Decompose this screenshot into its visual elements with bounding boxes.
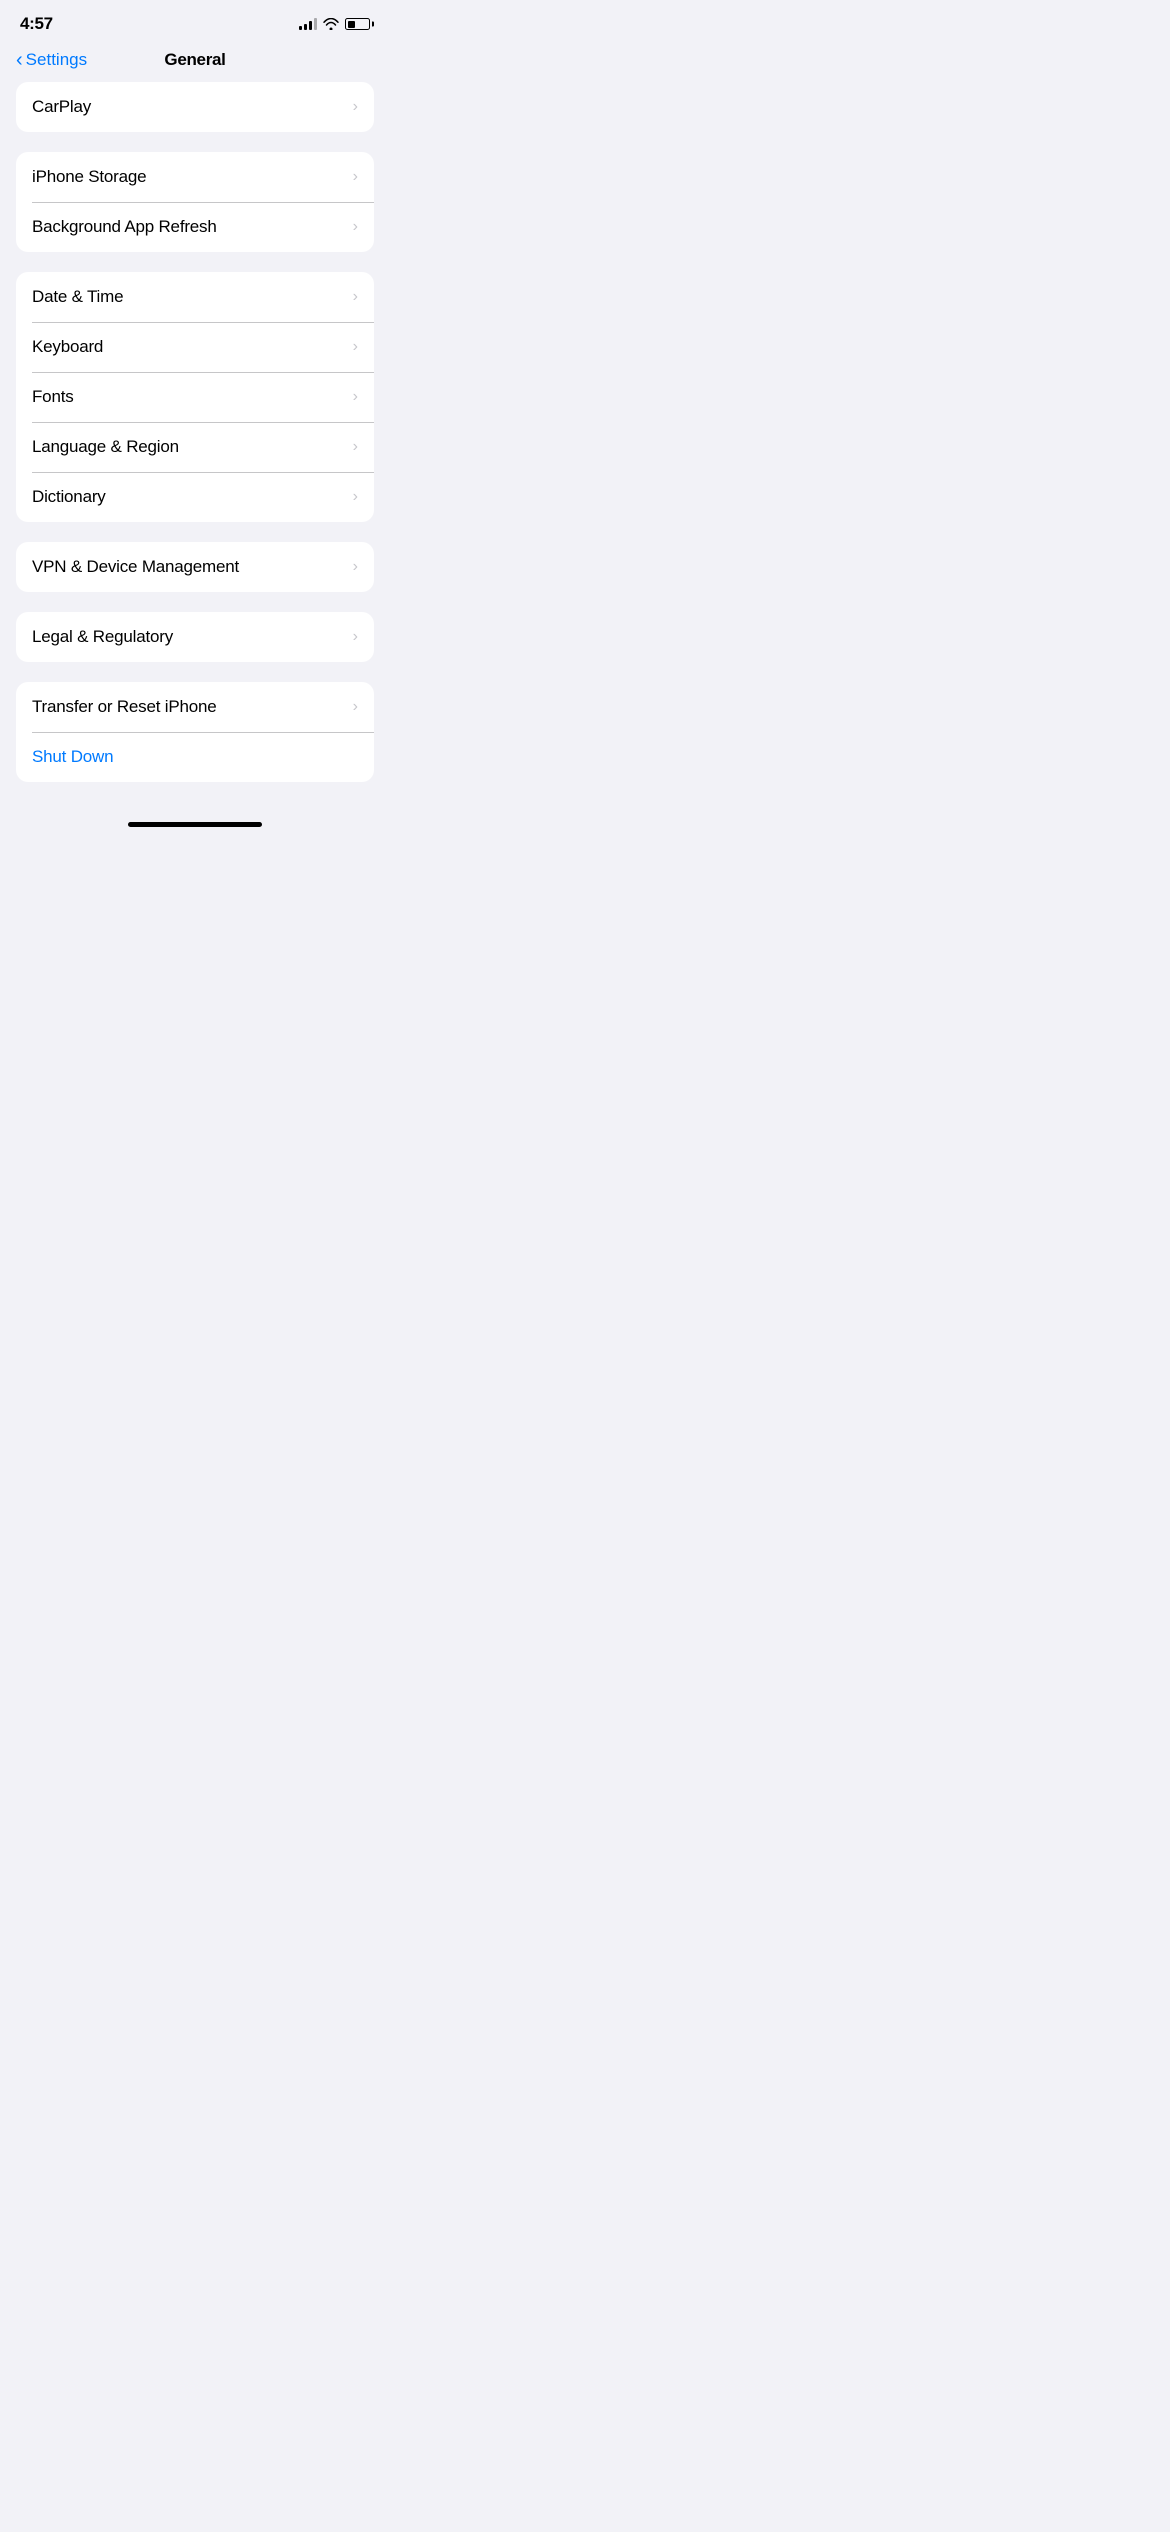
background-app-refresh-label: Background App Refresh (32, 217, 217, 237)
carplay-group: CarPlay › (16, 82, 374, 132)
dictionary-label: Dictionary (32, 487, 106, 507)
background-app-refresh-row[interactable]: Background App Refresh › (16, 202, 374, 252)
keyboard-row[interactable]: Keyboard › (16, 322, 374, 372)
keyboard-label: Keyboard (32, 337, 103, 357)
carplay-chevron-icon: › (353, 98, 358, 116)
home-bar (128, 822, 262, 827)
dictionary-chevron-icon: › (353, 488, 358, 506)
language-region-row[interactable]: Language & Region › (16, 422, 374, 472)
iphone-storage-chevron-icon: › (353, 168, 358, 186)
battery-fill (348, 21, 355, 28)
transfer-reset-row[interactable]: Transfer or Reset iPhone › (16, 682, 374, 732)
reset-group: Transfer or Reset iPhone › Shut Down (16, 682, 374, 782)
date-time-row[interactable]: Date & Time › (16, 272, 374, 322)
signal-icon (299, 18, 317, 30)
legal-regulatory-chevron-icon: › (353, 628, 358, 646)
status-bar: 4:57 (0, 0, 390, 42)
back-label: Settings (26, 50, 87, 70)
carplay-row[interactable]: CarPlay › (16, 82, 374, 132)
status-icons (299, 18, 370, 30)
date-time-label: Date & Time (32, 287, 123, 307)
status-time: 4:57 (20, 14, 53, 34)
vpn-device-chevron-icon: › (353, 558, 358, 576)
page-title: General (164, 50, 225, 70)
background-app-refresh-chevron-icon: › (353, 218, 358, 236)
legal-group: Legal & Regulatory › (16, 612, 374, 662)
vpn-group: VPN & Device Management › (16, 542, 374, 592)
fonts-chevron-icon: › (353, 388, 358, 406)
fonts-label: Fonts (32, 387, 74, 407)
transfer-reset-label: Transfer or Reset iPhone (32, 697, 217, 717)
wifi-icon (323, 18, 339, 30)
iphone-storage-label: iPhone Storage (32, 167, 146, 187)
legal-regulatory-row[interactable]: Legal & Regulatory › (16, 612, 374, 662)
keyboard-chevron-icon: › (353, 338, 358, 356)
date-time-chevron-icon: › (353, 288, 358, 306)
shut-down-row[interactable]: Shut Down (16, 732, 374, 782)
nav-bar: ‹ Settings General (0, 42, 390, 82)
battery-icon (345, 18, 370, 30)
fonts-row[interactable]: Fonts › (16, 372, 374, 422)
language-region-chevron-icon: › (353, 438, 358, 456)
home-indicator (0, 802, 390, 835)
storage-group: iPhone Storage › Background App Refresh … (16, 152, 374, 252)
locale-group: Date & Time › Keyboard › Fonts › Languag… (16, 272, 374, 522)
dictionary-row[interactable]: Dictionary › (16, 472, 374, 522)
back-button[interactable]: ‹ Settings (16, 50, 87, 70)
transfer-reset-chevron-icon: › (353, 698, 358, 716)
settings-content: CarPlay › iPhone Storage › Background Ap… (0, 82, 390, 782)
carplay-label: CarPlay (32, 97, 91, 117)
vpn-device-row[interactable]: VPN & Device Management › (16, 542, 374, 592)
legal-regulatory-label: Legal & Regulatory (32, 627, 173, 647)
shut-down-label: Shut Down (32, 747, 113, 767)
back-chevron-icon: ‹ (16, 50, 23, 70)
language-region-label: Language & Region (32, 437, 179, 457)
vpn-device-label: VPN & Device Management (32, 557, 239, 577)
iphone-storage-row[interactable]: iPhone Storage › (16, 152, 374, 202)
